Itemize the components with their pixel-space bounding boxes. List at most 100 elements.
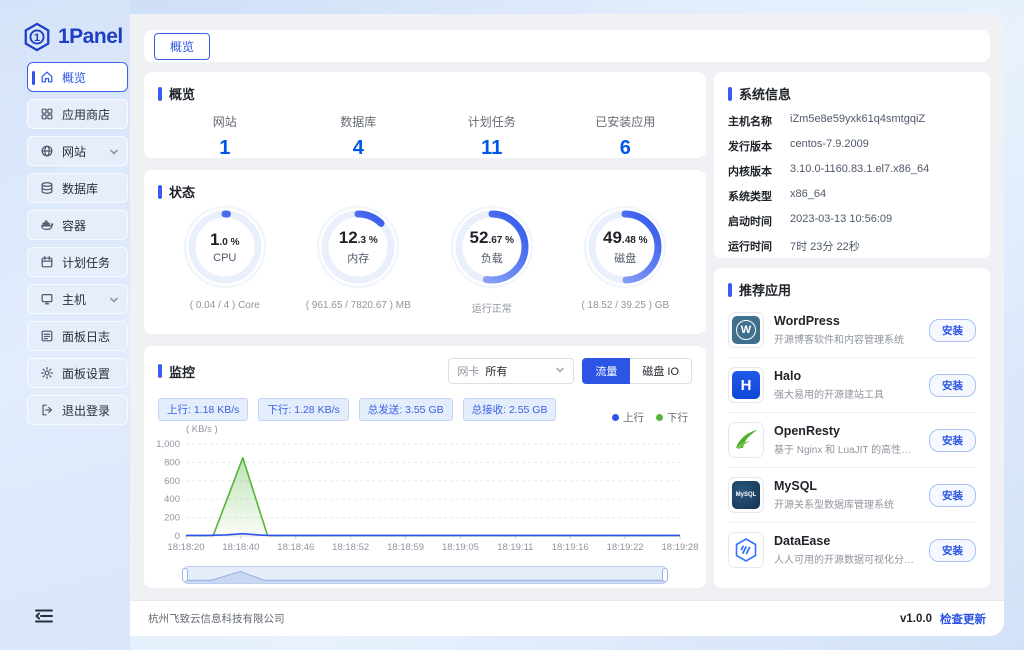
collapse-sidebar-icon[interactable] (34, 608, 54, 624)
sidebar-item-container[interactable]: 容器 (27, 210, 128, 240)
sidebar-item-database[interactable]: 数据库 (27, 173, 128, 203)
website-icon (40, 144, 54, 158)
svg-text:18:18:59: 18:18:59 (387, 542, 424, 553)
sidebar-item-overview[interactable]: 概览 (27, 62, 128, 92)
sidebar-item-appstore[interactable]: 应用商店 (27, 99, 128, 129)
gauge-subtext: ( 961.65 / 7820.67 ) MB (306, 300, 411, 311)
traffic-chart: ( KB/s )02004006008001,00018:18:2018:18:… (152, 422, 700, 564)
chevron-down-icon (109, 294, 119, 304)
install-button[interactable]: 安装 (929, 374, 976, 397)
overview-stats: 网站 1 数据库 4 计划任务 11 已安装应用 6 (158, 113, 692, 160)
svg-text:18:19:05: 18:19:05 (442, 542, 479, 553)
app-desc: 开源博客软件和内容管理系统 (774, 331, 919, 346)
stat-label: 网站 (158, 113, 292, 130)
install-button[interactable]: 安装 (929, 539, 976, 562)
sidebar-item-website[interactable]: 网站 (27, 136, 128, 166)
main-panel: 概览 概览 网站 1 数据库 4 计划任务 11 已安装应用 (130, 14, 1004, 636)
gauge-memory: 12.3 % 内存 ( 961.65 / 7820.67 ) MB (292, 203, 426, 315)
settings-icon (40, 366, 54, 380)
app-row-dataease: DataEase 人人可用的开源数据可视化分析工具 安装 (728, 523, 976, 577)
svg-text:18:18:40: 18:18:40 (222, 542, 259, 553)
sidebar-item-label: 计划任务 (62, 254, 110, 271)
chart-brush[interactable] (184, 566, 666, 584)
sidebar-item-label: 面板日志 (62, 328, 110, 345)
footer: 杭州飞致云信息科技有限公司 v1.0.0 检查更新 (130, 600, 1004, 636)
stat-installed-apps: 已安装应用 6 (559, 113, 693, 160)
sidebar-item-panel-logs[interactable]: 面板日志 (27, 321, 128, 351)
system-info-title: 系统信息 (728, 84, 976, 103)
sidebar-item-logout[interactable]: 退出登录 (27, 395, 128, 425)
overview-card-title: 概览 (158, 84, 692, 103)
svg-text:800: 800 (164, 457, 180, 468)
gauge-ring: 52.67 % 负载 (448, 203, 536, 291)
brand-logo[interactable]: 1 1Panel (22, 22, 123, 52)
stat-value[interactable]: 6 (559, 137, 693, 160)
sidebar-item-cronjob[interactable]: 计划任务 (27, 247, 128, 277)
install-button[interactable]: 安装 (929, 429, 976, 452)
check-update-link[interactable]: 检查更新 (940, 611, 986, 627)
host-icon (40, 292, 54, 306)
app-row-halo: H Halo 强大易用的开源建站工具 安装 (728, 358, 976, 413)
info-row-kernel: 内核版本3.10.0-1160.83.1.el7.x86_64 (728, 163, 976, 179)
overview-card: 概览 网站 1 数据库 4 计划任务 11 已安装应用 6 (144, 72, 706, 158)
svg-text:18:19:11: 18:19:11 (497, 542, 533, 553)
brush-handle-right[interactable] (662, 568, 668, 582)
install-button[interactable]: 安装 (929, 319, 976, 342)
brand-name: 1Panel (58, 25, 123, 49)
cron-icon (40, 255, 54, 269)
status-gauges: 1.0 % CPU ( 0.04 / 4 ) Core 12.3 % 内存 (158, 203, 692, 315)
appstore-icon (40, 107, 54, 121)
dataease-icon (728, 532, 764, 568)
app-name[interactable]: Halo (774, 369, 919, 383)
stat-value[interactable]: 1 (158, 137, 292, 160)
app-name[interactable]: WordPress (774, 314, 919, 328)
svg-text:1,000: 1,000 (156, 439, 180, 450)
sidebar-item-label: 主机 (62, 291, 86, 308)
svg-text:0: 0 (175, 531, 180, 542)
nic-select-value: 所有 (485, 363, 507, 379)
info-row-arch: 系统类型x86_64 (728, 188, 976, 204)
chevron-down-icon (555, 365, 565, 378)
info-row-uptime: 运行时间7时 23分 22秒 (728, 238, 976, 254)
install-button[interactable]: 安装 (929, 484, 976, 507)
monitor-card: 监控 网卡 所有 流量 磁盘 IO 上行: 1.18 KB/s 下行: 1.28… (144, 346, 706, 588)
gauge-label: 磁盘 (614, 250, 636, 266)
sidebar-item-label: 网站 (62, 143, 86, 160)
footer-version: v1.0.0 (900, 613, 932, 625)
brush-mini-chart (185, 567, 665, 583)
stat-value[interactable]: 11 (425, 137, 559, 160)
recommended-apps-card: 推荐应用 W WordPress 开源博客软件和内容管理系统 安装 H Halo… (714, 268, 990, 588)
sidebar-item-host[interactable]: 主机 (27, 284, 128, 314)
sidebar-item-label: 应用商店 (62, 106, 110, 123)
container-icon (40, 218, 54, 232)
gauge-subtext: ( 18.52 / 39.25 ) GB (581, 300, 669, 311)
app-name[interactable]: MySQL (774, 479, 919, 493)
svg-text:400: 400 (164, 494, 180, 505)
logs-icon (40, 329, 54, 343)
stat-value[interactable]: 4 (292, 137, 426, 160)
chevron-down-icon (109, 146, 119, 156)
svg-text:18:19:28: 18:19:28 (662, 542, 699, 553)
stat-label: 数据库 (292, 113, 426, 130)
info-row-release: 发行版本centos-7.9.2009 (728, 138, 976, 154)
info-row-hostname: 主机名称iZm5e8e59yxk61q4smtgqiZ (728, 113, 976, 129)
status-card-title: 状态 (158, 182, 692, 201)
disk-io-button[interactable]: 磁盘 IO (630, 358, 692, 384)
app-name[interactable]: DataEase (774, 534, 919, 548)
tab-overview[interactable]: 概览 (154, 33, 210, 60)
gauge-ring: 12.3 % 内存 (314, 203, 402, 291)
brush-handle-left[interactable] (182, 568, 188, 582)
sidebar-item-panel-settings[interactable]: 面板设置 (27, 358, 128, 388)
logout-icon (40, 403, 54, 417)
sidebar-menu: 概览 应用商店 网站 数据库 容器 计划任务 (27, 62, 128, 425)
svg-text:1: 1 (34, 32, 40, 44)
footer-company: 杭州飞致云信息科技有限公司 (148, 611, 285, 626)
svg-text:18:18:46: 18:18:46 (277, 542, 314, 553)
nic-select[interactable]: 网卡 所有 (448, 358, 574, 384)
badge-total-sent: 总发送: 3.55 GB (359, 398, 453, 421)
stat-websites: 网站 1 (158, 113, 292, 160)
1panel-dashboard: 1 1Panel 概览 应用商店 网站 数据库 (0, 0, 1024, 650)
traffic-button[interactable]: 流量 (582, 358, 630, 384)
app-desc: 基于 Nginx 和 LuaJIT 的高性能 Web 平台 (774, 441, 919, 456)
app-name[interactable]: OpenResty (774, 424, 919, 438)
